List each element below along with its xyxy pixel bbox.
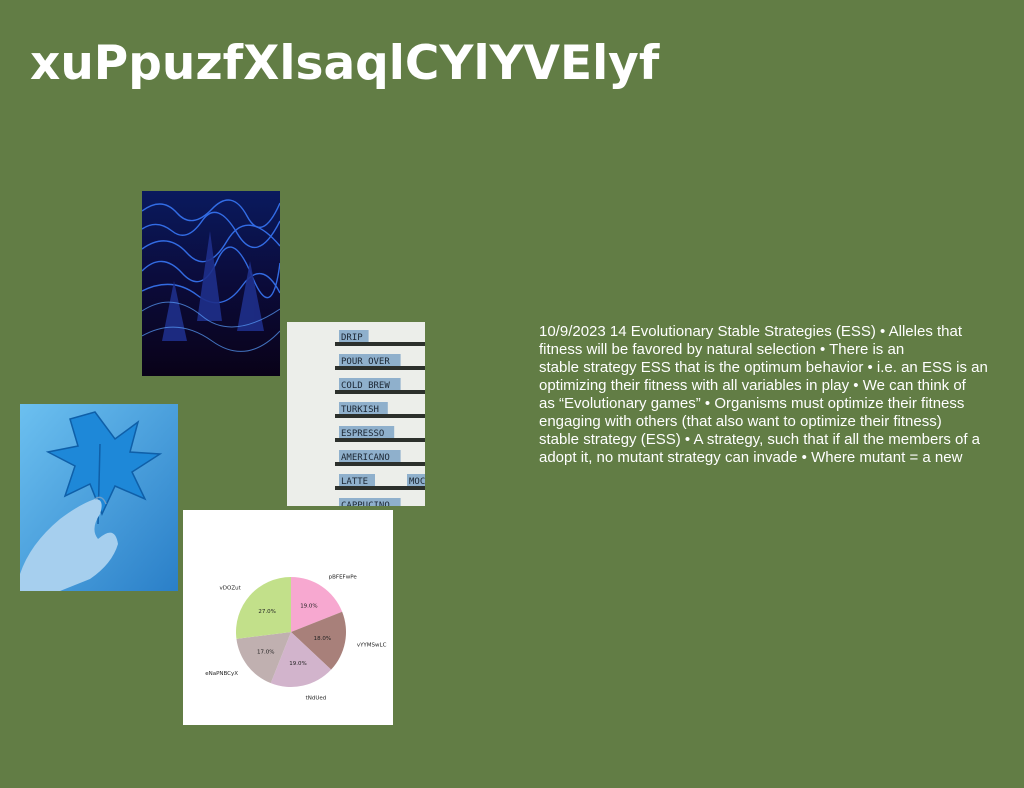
body-line: 10/9/2023 14 Evolutionary Stable Strateg… (539, 323, 963, 340)
body-line: as “Evolutionary games” • Organisms must… (539, 395, 965, 412)
hand-holding-leaf-image (20, 404, 178, 591)
coffee-menu-board-image: DRIP POUR OVER COLD BREW TURKISH ESPRESSO AME… (287, 322, 425, 506)
pie-percent-label: 19.0% (300, 604, 317, 610)
pie-percent-label: 17.0% (257, 650, 274, 656)
board-word: MOC (409, 477, 425, 487)
body-line: stable strategy (ESS) • A strategy, such… (539, 431, 981, 448)
pie-chart: 19.0% pBFEFwPe 18.0% vYYMSwLC 19.0% tNdUed 17.… (183, 510, 393, 725)
body-line: adopt it, no mutant strategy can invade … (539, 449, 963, 466)
board-word: CAPPUCINO (341, 501, 390, 506)
board-word: LATTE (341, 477, 368, 487)
board-word: ESPRESSO (341, 429, 384, 439)
pie-percent-label: 19.0% (289, 661, 306, 667)
body-line: optimizing their fitness with all variab… (539, 377, 966, 394)
slide-body-text: 10/9/2023 14 Evolutionary Stable Strateg… (539, 323, 1024, 467)
board-word: POUR OVER (341, 357, 390, 367)
pie-slice-label: pBFEFwPe (329, 575, 358, 581)
body-line: fitness will be favored by natural selec… (539, 341, 905, 358)
pie-slice-label: vDOZut (220, 586, 242, 592)
board-word: TURKISH (341, 405, 379, 415)
body-line: stable strategy ESS that is the optimum … (539, 359, 988, 376)
pie-percent-label: 18.0% (314, 636, 331, 642)
board-word: AMERICANO (341, 453, 390, 463)
pie-slice-label: tNdUed (306, 695, 327, 701)
body-line: engaging with others (that also want to … (539, 413, 942, 430)
board-word: DRIP (341, 333, 363, 343)
pie-slice-label: vYYMSwLC (357, 643, 387, 649)
board-word: COLD BREW (341, 381, 390, 391)
pie-percent-label: 27.0% (258, 609, 275, 615)
abstract-waves-image (142, 191, 280, 376)
pie-slice-label: eNaPNBCyX (205, 671, 238, 677)
slide-title: xuPpuzfXlsaqlCYlYVElyf (30, 36, 660, 91)
